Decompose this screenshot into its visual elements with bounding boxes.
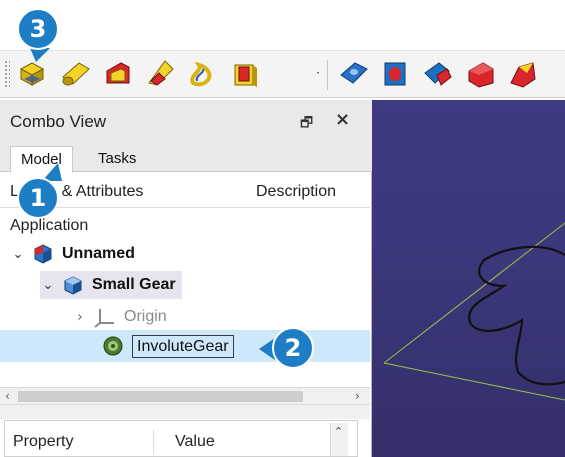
fillet-icon[interactable] xyxy=(462,56,498,92)
panel-splitter[interactable] xyxy=(0,405,370,419)
tree-item-unnamed[interactable]: ⌄ Unnamed xyxy=(10,240,135,268)
expand-chevron-icon[interactable]: ⌄ xyxy=(40,278,56,293)
origin-axes-icon xyxy=(94,306,116,328)
tree-item-label: Small Gear xyxy=(92,276,176,293)
part-helix-icon[interactable] xyxy=(184,56,220,92)
scroll-right-arrow-icon[interactable]: › xyxy=(355,389,360,403)
tree-item-label: Unnamed xyxy=(62,245,135,262)
part-cylinder-icon[interactable] xyxy=(58,56,94,92)
property-vertical-scrollbar[interactable]: ⌃ xyxy=(330,423,348,456)
3d-viewport[interactable] xyxy=(372,100,565,457)
combo-view-header: Combo View 🗗 × xyxy=(0,100,372,140)
tree-horizontal-scrollbar[interactable]: ‹ › xyxy=(0,387,370,405)
scrollbar-thumb[interactable] xyxy=(18,391,303,402)
extrude-icon[interactable] xyxy=(336,56,372,92)
property-panel: Property Value ⌃ xyxy=(4,420,358,457)
toolbar-grip-handle[interactable] xyxy=(4,60,10,88)
scroll-left-arrow-icon[interactable]: ‹ xyxy=(5,389,10,403)
callout-badge-3: 3 xyxy=(17,8,59,50)
tree-item-label: Origin xyxy=(124,308,167,325)
toolbar-separator xyxy=(327,60,328,90)
combo-view-title: Combo View xyxy=(10,112,107,131)
tree-item-label: InvoluteGear xyxy=(132,334,234,358)
callout-badge-1: 1 xyxy=(17,177,59,219)
part-wedge-icon[interactable] xyxy=(100,56,136,92)
expand-chevron-icon[interactable]: ⌄ xyxy=(10,247,26,262)
callout-badge-2: 2 xyxy=(272,327,314,369)
column-header-description[interactable]: Description xyxy=(256,183,336,201)
document-icon xyxy=(32,243,54,265)
collapsed-chevron-icon[interactable]: › xyxy=(72,310,88,325)
tab-tasks[interactable]: Tasks xyxy=(88,146,146,173)
float-panel-icon[interactable]: 🗗 xyxy=(300,112,313,136)
tree-item-involute-gear[interactable]: InvoluteGear xyxy=(102,332,234,360)
shape-builder-icon[interactable] xyxy=(226,56,262,92)
close-panel-icon[interactable]: × xyxy=(335,109,350,130)
toolbar-dropdown-arrow[interactable]: · xyxy=(313,66,323,80)
chamfer-icon[interactable] xyxy=(504,56,540,92)
combo-view-panel: Combo View 🗗 × Model Tasks Labels & Attr… xyxy=(0,100,372,457)
tree-item-origin[interactable]: › Origin xyxy=(72,303,167,331)
involute-gear-icon xyxy=(102,335,124,357)
revolve-icon[interactable] xyxy=(378,56,414,92)
callout-3-pointer xyxy=(30,48,50,62)
part-cone-icon[interactable] xyxy=(142,56,178,92)
body-icon xyxy=(62,274,84,296)
column-header-property[interactable]: Property xyxy=(13,433,73,451)
mirror-icon[interactable] xyxy=(420,56,456,92)
tree-item-small-gear[interactable]: ⌄ Small Gear xyxy=(40,271,182,299)
sketch-drawing xyxy=(383,222,565,401)
application-label: Application xyxy=(10,217,89,234)
property-column-divider xyxy=(153,429,154,455)
column-header-value[interactable]: Value xyxy=(175,433,215,451)
scroll-up-arrow-icon[interactable]: ⌃ xyxy=(334,425,343,438)
